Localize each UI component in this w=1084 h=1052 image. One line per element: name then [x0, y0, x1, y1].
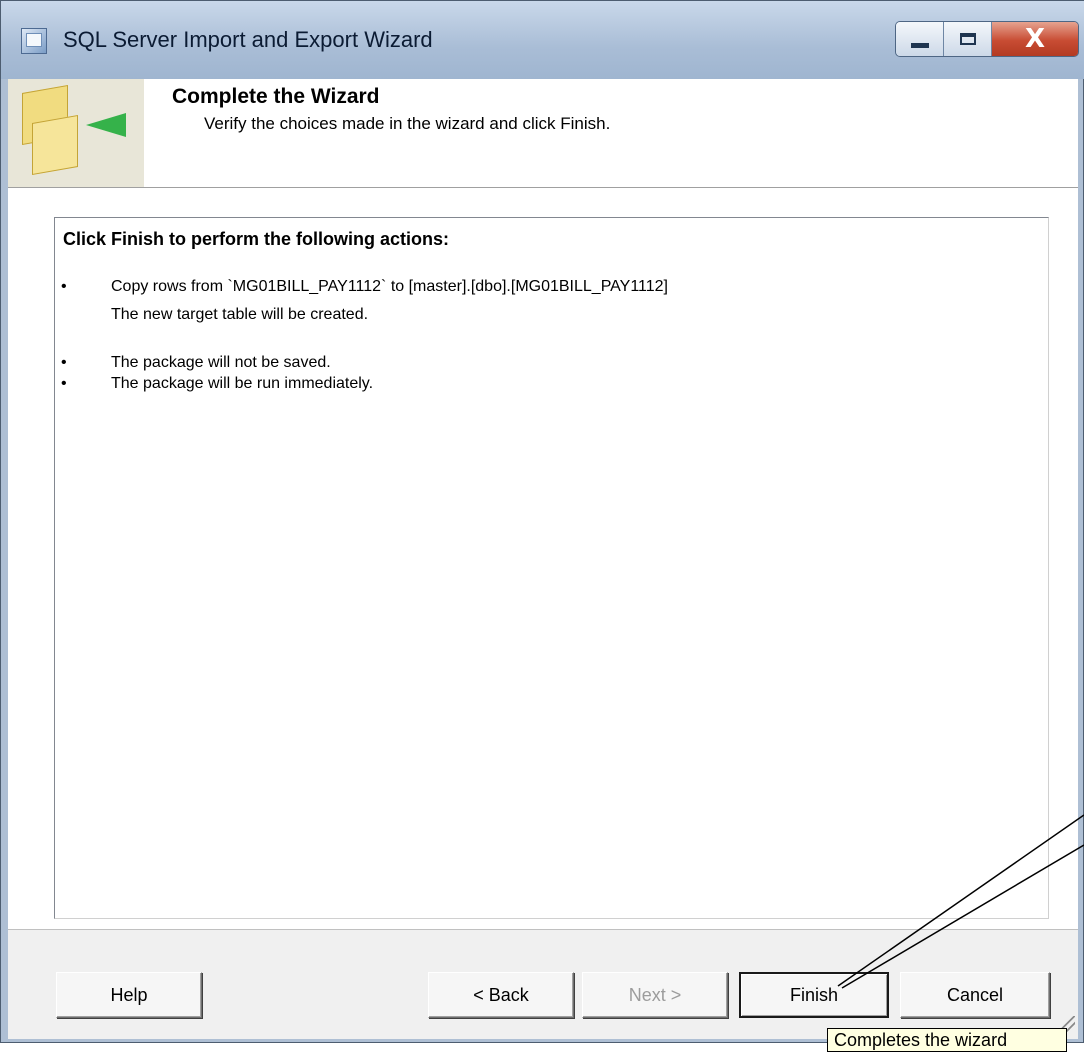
help-button[interactable]: Help: [56, 972, 202, 1018]
bullet-icon: •: [61, 354, 67, 371]
minimize-icon: [910, 42, 929, 48]
maximize-icon: [959, 33, 976, 45]
summary-textbox[interactable]: Click Finish to perform the following ac…: [54, 217, 1049, 919]
window-controls: X: [895, 21, 1079, 57]
finish-tooltip: Completes the wizard: [827, 1028, 1067, 1052]
summary-item-detail: The new target table will be created.: [111, 306, 369, 323]
green-arrow-icon: [86, 113, 126, 137]
help-button-label: Help: [110, 984, 148, 1005]
minimize-button[interactable]: [896, 22, 944, 56]
summary-item-text: The package will not be saved.: [111, 354, 331, 371]
wizard-card-icon: [32, 114, 78, 176]
summary-item-text: The package will be run immediately.: [111, 375, 374, 392]
cancel-button-label: Cancel: [946, 984, 1004, 1005]
bullet-icon: •: [61, 375, 67, 392]
wizard-graphic-icon: [8, 79, 144, 187]
wizard-body: Click Finish to perform the following ac…: [8, 188, 1078, 1039]
next-button-label: Next >: [628, 984, 682, 1005]
wizard-window: SQL Server Import and Export Wizard X Co…: [0, 0, 1084, 1043]
next-button[interactable]: Next >: [582, 972, 728, 1018]
maximize-button[interactable]: [944, 22, 992, 56]
close-button[interactable]: X: [992, 22, 1078, 56]
back-button[interactable]: < Back: [428, 972, 574, 1018]
finish-button[interactable]: Finish: [739, 972, 889, 1018]
title-bar[interactable]: SQL Server Import and Export Wizard X: [1, 1, 1084, 79]
app-icon: [21, 28, 47, 54]
page-title: Complete the Wizard: [172, 85, 380, 108]
cancel-button[interactable]: Cancel: [900, 972, 1050, 1018]
bullet-icon: •: [61, 278, 67, 295]
summary-item-text: Copy rows from `MG01BILL_PAY1112` to [ma…: [111, 278, 668, 295]
wizard-header: Complete the Wizard Verify the choices m…: [8, 79, 1078, 188]
page-subtitle: Verify the choices made in the wizard an…: [204, 114, 611, 133]
close-icon: X: [1024, 24, 1046, 54]
summary-heading: Click Finish to perform the following ac…: [63, 229, 450, 249]
back-button-label: < Back: [473, 984, 529, 1005]
button-bar: Help < Back Next > Finish Cancel: [8, 929, 1078, 1039]
window-title: SQL Server Import and Export Wizard: [63, 27, 433, 52]
finish-button-label: Finish: [789, 984, 838, 1005]
